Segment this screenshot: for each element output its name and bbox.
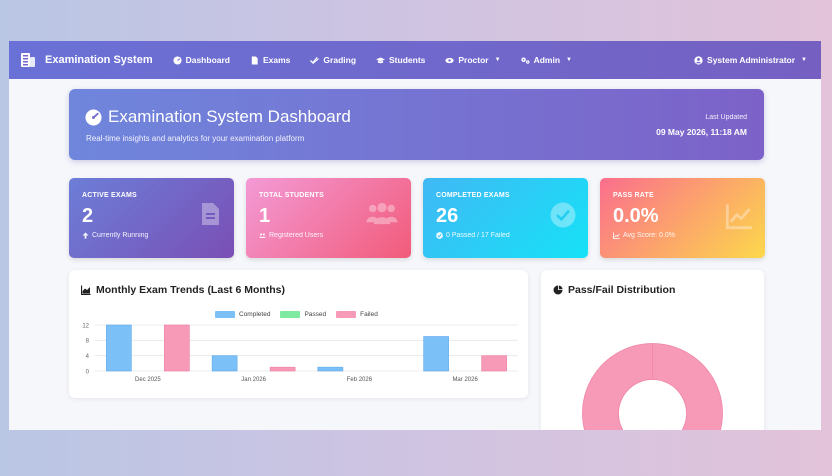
stat-note-text: 0 Passed / 17 Failed (446, 232, 510, 239)
user-menu[interactable]: System Administrator ▼ (694, 55, 807, 65)
file-icon (251, 55, 258, 65)
stat-label: Pass Rate (613, 192, 654, 199)
chart-line-icon (613, 232, 620, 239)
last-updated-value: 09 May 2026, 11:18 AM (656, 127, 747, 137)
stat-label: Total Students (259, 192, 325, 199)
panel-title-text: Pass/Fail Distribution (568, 284, 676, 296)
bar-failed (269, 366, 296, 372)
stat-note-text: Registered Users (269, 232, 324, 239)
document-icon (202, 203, 219, 225)
x-tick-label: Mar 2026 (452, 377, 478, 383)
stat-label: Active Exams (82, 192, 137, 199)
nav-proctor-label: Proctor (458, 55, 489, 65)
stat-card-active-exams: Active Exams 2 Currently Running (69, 178, 234, 258)
navbar: Examination System Dashboard Exams Gradi… (9, 41, 821, 79)
nav-admin[interactable]: Admin ▼ (520, 55, 572, 65)
nav-dashboard-label: Dashboard (185, 55, 230, 65)
gears-icon (520, 57, 530, 64)
check-circle-icon (550, 202, 576, 228)
app-window: Examination System Dashboard Exams Gradi… (9, 41, 821, 430)
panel-title: Pass/Fail Distribution (553, 284, 675, 296)
y-tick-label: 0 (86, 369, 90, 375)
stat-note: Registered Users (259, 232, 398, 239)
y-tick-label: 4 (86, 354, 90, 360)
chevron-down-icon: ▼ (494, 57, 501, 63)
pass-fail-chart (582, 343, 723, 430)
stat-note: Currently Running (82, 232, 221, 239)
bar-completed (211, 355, 238, 372)
nav-proctor[interactable]: Proctor ▼ (445, 55, 501, 65)
user-name: System Administrator (707, 55, 796, 65)
building-icon (21, 53, 35, 67)
y-tick-label: 8 (86, 339, 90, 345)
nav-grading-label: Grading (323, 55, 357, 65)
users-icon (259, 233, 266, 238)
bar-failed (481, 355, 507, 372)
y-tick-label: 12 (82, 323, 89, 329)
check-double-icon (310, 56, 320, 64)
stat-note: Avg Score: 0.0% (613, 232, 752, 239)
stat-note: 0 Passed / 17 Failed (436, 232, 575, 239)
nav-exams-label: Exams (263, 55, 291, 65)
x-tick-label: Dec 2025 (135, 377, 161, 383)
dashboard-header: Examination System Dashboard Real-time i… (69, 89, 764, 160)
line-chart-icon (725, 204, 752, 230)
gauge-icon (173, 55, 182, 65)
gauge-icon (85, 108, 102, 126)
nav-students[interactable]: Students (376, 55, 425, 65)
last-updated-label: Last Updated (705, 114, 747, 121)
nav-dashboard[interactable]: Dashboard (173, 55, 230, 65)
stat-note-text: Currently Running (92, 232, 149, 239)
nav-students-label: Students (389, 55, 426, 65)
nav-admin-label: Admin (533, 55, 561, 65)
check-circle-icon (436, 232, 443, 239)
chevron-down-icon: ▼ (801, 57, 807, 63)
bar-failed (164, 324, 190, 372)
user-circle-icon (694, 55, 703, 65)
page-title-text: Examination System Dashboard (108, 107, 351, 126)
bar-completed (106, 324, 132, 372)
pie-chart-icon (553, 285, 563, 295)
bar-completed (423, 336, 449, 372)
bar-completed (317, 366, 344, 372)
page-title: Examination System Dashboard (85, 107, 351, 127)
arrow-up-icon (82, 232, 89, 239)
brand-name: Examination System (45, 54, 153, 66)
brand[interactable]: Examination System (19, 51, 153, 69)
stat-label: Completed Exams (436, 192, 510, 199)
stat-card-pass-rate: Pass Rate 0.0% Avg Score: 0.0% (600, 178, 765, 258)
users-icon (366, 202, 398, 225)
x-tick-label: Feb 2026 (347, 377, 373, 383)
stat-note-text: Avg Score: 0.0% (623, 232, 676, 239)
nav-grading[interactable]: Grading (310, 55, 356, 65)
pass-fail-panel: Pass/Fail Distribution (541, 270, 764, 430)
stat-card-total-students: Total Students 1 Registered Users (246, 178, 411, 258)
monthly-trends-chart: 0 4 8 12 Dec 2025 Jan 2026 Feb 2026 Mar 2026 (82, 323, 518, 383)
graduation-cap-icon (376, 57, 386, 63)
monthly-trends-panel: Monthly Exam Trends (Last 6 Months) Comp… (69, 270, 528, 398)
page-subtitle: Real-time insights and analytics for you… (86, 134, 305, 143)
stat-card-completed-exams: Completed Exams 26 0 Passed / 17 Failed (423, 178, 588, 258)
chevron-down-icon: ▼ (566, 57, 572, 63)
nav-exams[interactable]: Exams (250, 55, 290, 65)
eye-icon (445, 57, 455, 63)
x-tick-label: Jan 2026 (241, 377, 266, 383)
